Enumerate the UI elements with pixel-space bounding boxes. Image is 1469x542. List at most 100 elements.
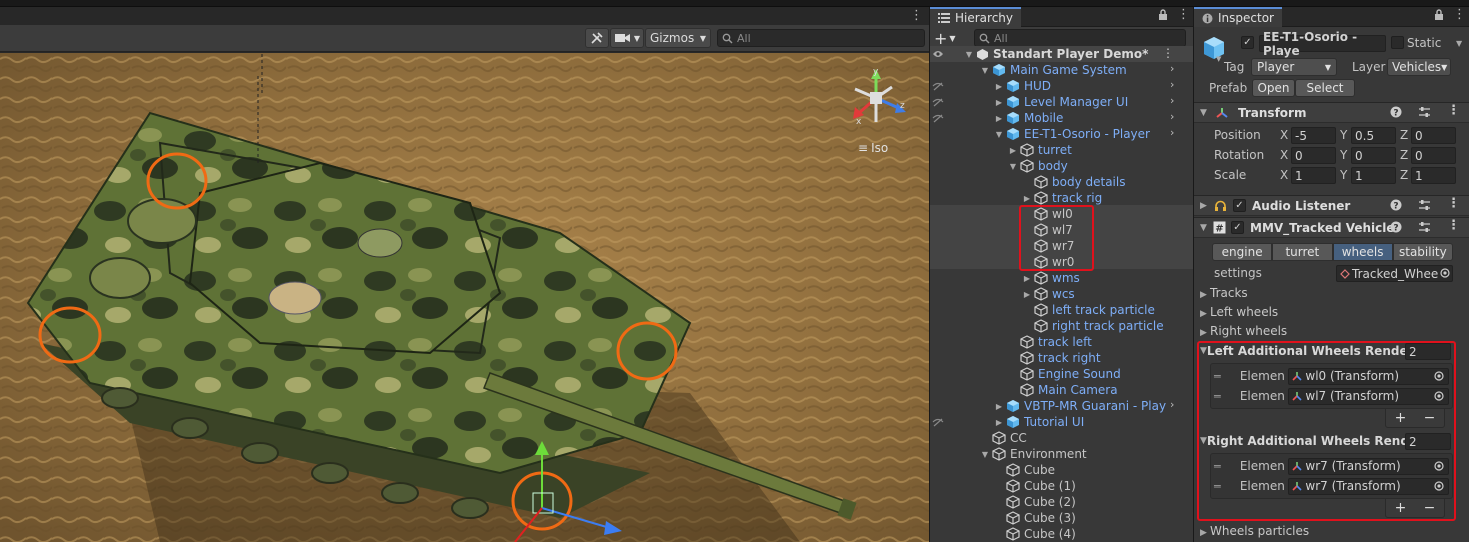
hierarchy-item[interactable]: ▶ wcs	[930, 286, 1193, 302]
hierarchy-item[interactable]: ▼ Main Game System ›	[930, 62, 1193, 78]
chevron-right-icon[interactable]: ›	[1170, 94, 1174, 107]
expand-arrow-icon[interactable]: ▶	[1022, 273, 1032, 283]
position-y-axis-label[interactable]: Y	[1340, 128, 1347, 142]
expand-arrow-icon[interactable]: ▶	[1022, 193, 1032, 203]
chevron-right-icon[interactable]: ›	[1170, 126, 1174, 139]
scale-z-axis-label[interactable]: Z	[1400, 168, 1408, 182]
hierarchy-item[interactable]: body details	[930, 174, 1193, 190]
preset-icon[interactable]	[1418, 106, 1431, 118]
object-picker-icon[interactable]	[1440, 268, 1450, 278]
hierarchy-item[interactable]: Cube (2)	[930, 494, 1193, 510]
hierarchy-item[interactable]: Cube (3)	[930, 510, 1193, 526]
scene-root-row[interactable]: ▼ Standart Player Demo* ⋮	[930, 46, 1193, 62]
layer-dropdown[interactable]: Vehicles ▼	[1387, 58, 1451, 76]
expand-arrow-icon[interactable]: ▶	[1022, 289, 1032, 299]
hierarchy-item[interactable]: Cube (4)	[930, 526, 1193, 542]
tracked-vehicle-toggle[interactable]: ✓	[1231, 221, 1244, 234]
help-icon[interactable]: ?	[1390, 106, 1402, 118]
expand-arrow-icon[interactable]: ▶	[994, 97, 1004, 107]
tracked-vehicle-header[interactable]: ▼ # ✓ MMV_Tracked Vehicle ( ? ⋮	[1194, 217, 1469, 238]
static-toggle[interactable]	[1391, 36, 1404, 49]
position-z-field[interactable]: 0	[1411, 127, 1456, 144]
scene-search-input[interactable]: All	[717, 29, 925, 47]
lock-icon[interactable]	[1158, 9, 1168, 21]
hierarchy-item[interactable]: right track particle	[930, 318, 1193, 334]
rotation-z-field[interactable]: 0	[1411, 147, 1456, 164]
hidden-eye-icon[interactable]	[930, 414, 946, 430]
hierarchy-item[interactable]: left track particle	[930, 302, 1193, 318]
preset-icon[interactable]	[1418, 199, 1431, 211]
scale-x-field[interactable]: 1	[1291, 167, 1336, 184]
expand-arrow-icon[interactable]: ▶	[1008, 145, 1018, 155]
help-icon[interactable]: ?	[1390, 199, 1402, 211]
prefab-open-button[interactable]: Open	[1252, 79, 1295, 97]
hierarchy-item[interactable]: ▶ VBTP-MR Guarani - Play ›	[930, 398, 1193, 414]
position-x-field[interactable]: -5	[1291, 127, 1336, 144]
foldout-left-wheels[interactable]: ▶ Left wheels	[1200, 305, 1278, 319]
orientation-gizmo[interactable]: y z x	[845, 67, 907, 129]
tab-engine[interactable]: engine	[1212, 243, 1273, 261]
help-icon[interactable]: ?	[1390, 221, 1402, 233]
tools-icon[interactable]	[585, 28, 609, 48]
hidden-eye-icon[interactable]	[930, 94, 946, 110]
hierarchy-item[interactable]: ▼ Environment	[930, 446, 1193, 462]
hierarchy-item[interactable]: track right	[930, 350, 1193, 366]
expand-arrow-icon[interactable]: ▼	[980, 65, 990, 75]
hidden-eye-icon[interactable]	[930, 110, 946, 126]
rotation-y-field[interactable]: 0	[1351, 147, 1396, 164]
scale-y-field[interactable]: 1	[1351, 167, 1396, 184]
hidden-eye-icon[interactable]	[930, 78, 946, 94]
transform-header[interactable]: ▼ Transform ? ⋮	[1194, 102, 1469, 123]
hierarchy-menu-icon[interactable]: ⋮	[1177, 7, 1190, 22]
hierarchy-item[interactable]: ▶ HUD ›	[930, 78, 1193, 94]
inspector-menu-icon[interactable]: ⋮	[1453, 7, 1466, 22]
chevron-down-icon[interactable]: ▼	[1456, 39, 1462, 48]
expand-arrow-icon[interactable]: ▼	[994, 129, 1004, 139]
hierarchy-item[interactable]: ▶ Mobile ›	[930, 110, 1193, 126]
lock-icon[interactable]	[1434, 9, 1444, 21]
hierarchy-item[interactable]: ▼ EE-T1-Osorio - Player ›	[930, 126, 1193, 142]
tab-inspector[interactable]: Inspector	[1194, 7, 1282, 27]
scene-menu-icon[interactable]: ⋮	[910, 8, 923, 23]
scale-x-axis-label[interactable]: X	[1280, 168, 1288, 182]
hierarchy-item[interactable]: ▶ wms	[930, 270, 1193, 286]
scene-menu-icon[interactable]: ⋮	[1162, 46, 1174, 60]
expand-arrow-icon[interactable]: ▼	[964, 49, 974, 59]
component-menu-icon[interactable]: ⋮	[1447, 103, 1460, 118]
scale-y-axis-label[interactable]: Y	[1340, 168, 1347, 182]
scene-viewport[interactable]: y z x ≡ Iso	[0, 53, 929, 542]
preset-icon[interactable]	[1418, 221, 1431, 233]
tab-stability[interactable]: stability	[1392, 243, 1453, 261]
object-name-field[interactable]: EE-T1-Osorio - Playe	[1259, 30, 1386, 58]
expand-arrow-icon[interactable]: ▼	[980, 449, 990, 459]
audio-listener-toggle[interactable]: ✓	[1233, 199, 1246, 212]
expand-arrow-icon[interactable]: ▼	[1008, 161, 1018, 171]
chevron-right-icon[interactable]: ›	[1170, 398, 1174, 411]
rotation-y-axis-label[interactable]: Y	[1340, 148, 1347, 162]
hierarchy-item[interactable]: ▶ Level Manager UI ›	[930, 94, 1193, 110]
expand-arrow-icon[interactable]: ▶	[994, 417, 1004, 427]
hierarchy-item[interactable]: track left	[930, 334, 1193, 350]
expand-arrow-icon[interactable]: ▶	[994, 113, 1004, 123]
chevron-right-icon[interactable]: ›	[1170, 62, 1174, 75]
foldout-tracks[interactable]: ▶ Tracks	[1200, 286, 1248, 300]
hierarchy-item[interactable]: ▶ Tutorial UI	[930, 414, 1193, 430]
chevron-right-icon[interactable]: ›	[1170, 110, 1174, 123]
scale-z-field[interactable]: 1	[1411, 167, 1456, 184]
expand-arrow-icon[interactable]: ▶	[994, 401, 1004, 411]
expand-arrow-icon[interactable]: ▶	[994, 81, 1004, 91]
active-toggle[interactable]: ✓	[1241, 36, 1254, 49]
hierarchy-item[interactable]: Engine Sound	[930, 366, 1193, 382]
prefab-select-button[interactable]: Select	[1295, 79, 1355, 97]
audio-listener-header[interactable]: ▶ ✓ Audio Listener ? ⋮	[1194, 195, 1469, 216]
hierarchy-item[interactable]: ▶ turret	[930, 142, 1193, 158]
tab-hierarchy[interactable]: Hierarchy	[930, 7, 1022, 27]
visibility-icon[interactable]	[930, 46, 946, 62]
settings-object-field[interactable]: Tracked_Whee	[1336, 265, 1453, 282]
position-y-field[interactable]: 0.5	[1351, 127, 1396, 144]
component-menu-icon[interactable]: ⋮	[1447, 218, 1460, 233]
foldout-right-wheels[interactable]: ▶ Right wheels	[1200, 324, 1287, 338]
rotation-z-axis-label[interactable]: Z	[1400, 148, 1408, 162]
hierarchy-item[interactable]: Main Camera	[930, 382, 1193, 398]
chevron-right-icon[interactable]: ›	[1170, 78, 1174, 91]
